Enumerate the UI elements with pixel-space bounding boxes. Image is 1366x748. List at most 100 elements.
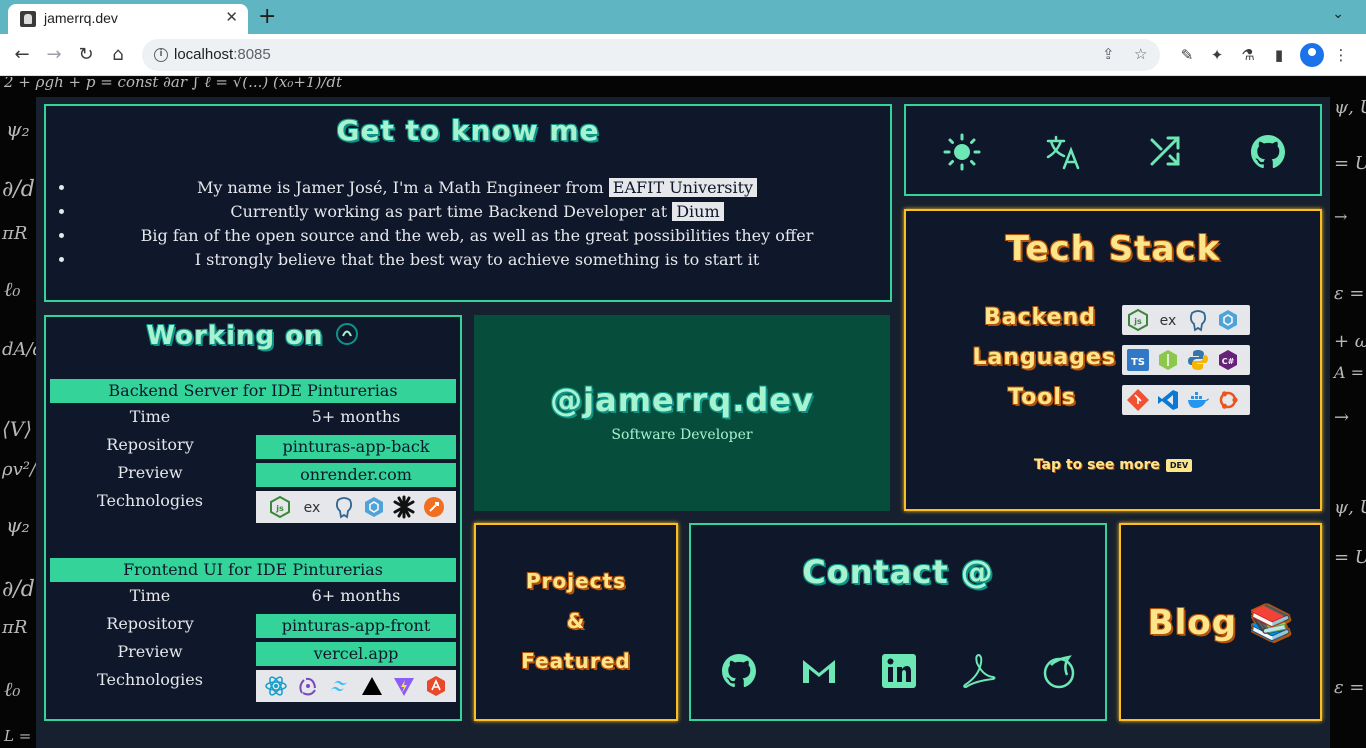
time-value: 5+ months xyxy=(311,407,401,426)
csharp-icon: C# xyxy=(1219,350,1237,370)
chalk-math-decoration: ⟨V⟩ xyxy=(2,417,33,441)
projects-card[interactable]: Projects & Featured xyxy=(474,523,678,721)
chalk-math-decoration: ψ₂ xyxy=(6,513,30,537)
chalk-math-decoration: ε = xyxy=(1334,283,1365,304)
tools-label: Tools xyxy=(1008,385,1076,410)
redux-icon xyxy=(299,677,316,696)
chalk-math-decoration: → xyxy=(1334,207,1348,226)
prisma-icon xyxy=(1219,310,1237,330)
preview-link[interactable]: vercel.app xyxy=(256,642,456,666)
company-highlight: Dium xyxy=(672,202,724,221)
svg-text:js: js xyxy=(1133,317,1142,326)
portfolio-grid: Get to know me My name is Jamer José, I'… xyxy=(36,97,1330,748)
contact-card: Contact @ xyxy=(689,523,1107,721)
reload-icon[interactable]: ↻ xyxy=(73,42,99,68)
typescript-icon: TS xyxy=(1127,349,1149,371)
back-icon[interactable]: ← xyxy=(9,42,35,68)
chalk-math-decoration: ℓ₀ xyxy=(4,677,21,701)
shuffle-icon[interactable] xyxy=(1146,132,1186,172)
swagger-icon xyxy=(424,497,444,517)
backend-badges: js ex xyxy=(1122,305,1250,335)
translate-icon[interactable] xyxy=(1044,132,1084,172)
express-icon: ex xyxy=(1160,313,1177,329)
about-card: Get to know me My name is Jamer José, I'… xyxy=(44,104,892,302)
nodejs-icon xyxy=(1159,350,1177,370)
dev-badge: DEV xyxy=(1165,458,1193,472)
projects-label: Projects xyxy=(525,569,626,593)
svg-text:ex: ex xyxy=(1160,313,1177,329)
technologies-icons xyxy=(256,670,456,702)
blog-card[interactable]: Blog 📚 xyxy=(1119,523,1322,721)
ubuntu-icon xyxy=(1219,391,1238,409)
browser-tab[interactable]: jamerrq.dev ✕ xyxy=(8,4,248,34)
tools-badges xyxy=(1122,385,1250,415)
project-title: Frontend UI for IDE Pinturerias xyxy=(50,558,456,582)
tech-stack-card[interactable]: Tech Stack Backend js ex Languages TS C#… xyxy=(904,209,1322,511)
site-info-icon[interactable]: i xyxy=(154,48,168,62)
chalk-math-decoration: πR xyxy=(2,223,28,244)
close-tab-icon[interactable]: ✕ xyxy=(225,8,238,26)
linkedin-icon[interactable] xyxy=(879,651,919,691)
blog-title: Blog 📚 xyxy=(1147,603,1294,643)
about-title: Get to know me xyxy=(336,114,600,147)
svg-text:C#: C# xyxy=(1222,357,1235,366)
prisma-icon xyxy=(365,497,383,517)
time-label: Time xyxy=(129,407,171,426)
chalk-math-decoration: = U xyxy=(1334,547,1366,568)
contact-title: Contact @ xyxy=(802,553,994,591)
url-text[interactable]: localhost:8085 xyxy=(174,46,271,63)
openai-icon xyxy=(393,495,415,519)
favicon-icon xyxy=(20,11,36,27)
repository-label: Repository xyxy=(106,614,194,633)
svg-text:TS: TS xyxy=(1131,357,1145,368)
extension-pen-icon[interactable]: ✎ xyxy=(1176,44,1198,66)
vite-icon xyxy=(394,678,414,696)
about-list: My name is Jamer José, I'm a Math Engine… xyxy=(58,176,878,272)
menu-kebab-icon[interactable]: ⋮ xyxy=(1330,44,1352,66)
working-on-card: Working on Backend Server for IDE Pintur… xyxy=(44,315,462,721)
technologies-label: Technologies xyxy=(97,670,203,689)
time-value: 6+ months xyxy=(311,586,401,605)
new-tab-button[interactable]: + xyxy=(258,4,276,30)
repository-label: Repository xyxy=(106,435,194,454)
preview-label: Preview xyxy=(117,642,183,661)
chalk-math-decoration: ε = xyxy=(1334,677,1365,698)
nodejs-icon: js xyxy=(270,495,290,519)
tab-search-chevron-icon[interactable]: ⌄ xyxy=(1332,6,1344,22)
chalk-math-decoration: ψ₂ xyxy=(6,117,30,141)
browser-toolbar: ← → ↻ ⌂ i localhost:8085 ⇪ ☆ ✎ ✦ ⚗ ▮ ⋮ xyxy=(0,34,1366,76)
settings-icon-bar xyxy=(904,104,1322,196)
sun-icon[interactable] xyxy=(942,132,982,172)
bookmark-star-icon[interactable]: ☆ xyxy=(1134,45,1147,63)
chalk-math-decoration: + ω xyxy=(1334,331,1366,352)
home-icon[interactable]: ⌂ xyxy=(105,42,131,68)
chalk-math-decoration: ψ, U xyxy=(1334,497,1366,518)
side-panel-icon[interactable]: ▮ xyxy=(1268,44,1290,66)
forward-icon[interactable]: → xyxy=(41,42,67,68)
project-title: Backend Server for IDE Pinturerias xyxy=(50,379,456,403)
about-item: My name is Jamer José, I'm a Math Engine… xyxy=(76,176,878,200)
share-icon[interactable]: ⇪ xyxy=(1102,45,1115,63)
page-background: 2 + ρgh + p = const ∂ar ∫ ℓ = √(...) (x₀… xyxy=(0,77,1366,748)
github-icon[interactable] xyxy=(719,651,759,691)
tap-to-see-more-link[interactable]: Tap to see more DEV xyxy=(906,457,1320,473)
postgresql-icon xyxy=(335,497,353,519)
preview-link[interactable]: onrender.com xyxy=(256,463,456,487)
emoji-worm-icon xyxy=(335,323,358,345)
acrobat-icon[interactable] xyxy=(959,651,999,691)
featured-label: Featured xyxy=(521,649,631,673)
languages-badges: TS C# xyxy=(1122,345,1250,375)
codepen-icon[interactable] xyxy=(1039,651,1079,691)
repository-link[interactable]: pinturas-app-front xyxy=(256,614,456,638)
about-item: I strongly believe that the best way to … xyxy=(76,248,878,272)
react-icon xyxy=(265,676,287,696)
profile-avatar[interactable] xyxy=(1300,43,1324,67)
university-highlight: EAFIT University xyxy=(608,178,758,197)
address-bar[interactable]: i localhost:8085 ⇪ ☆ xyxy=(142,39,1160,71)
lab-flask-icon[interactable]: ⚗ xyxy=(1237,44,1259,66)
working-on-title: Working on xyxy=(46,321,460,351)
gmail-icon[interactable] xyxy=(799,651,839,691)
github-icon[interactable] xyxy=(1248,132,1288,172)
repository-link[interactable]: pinturas-app-back xyxy=(256,435,456,459)
extensions-puzzle-icon[interactable]: ✦ xyxy=(1206,44,1228,66)
